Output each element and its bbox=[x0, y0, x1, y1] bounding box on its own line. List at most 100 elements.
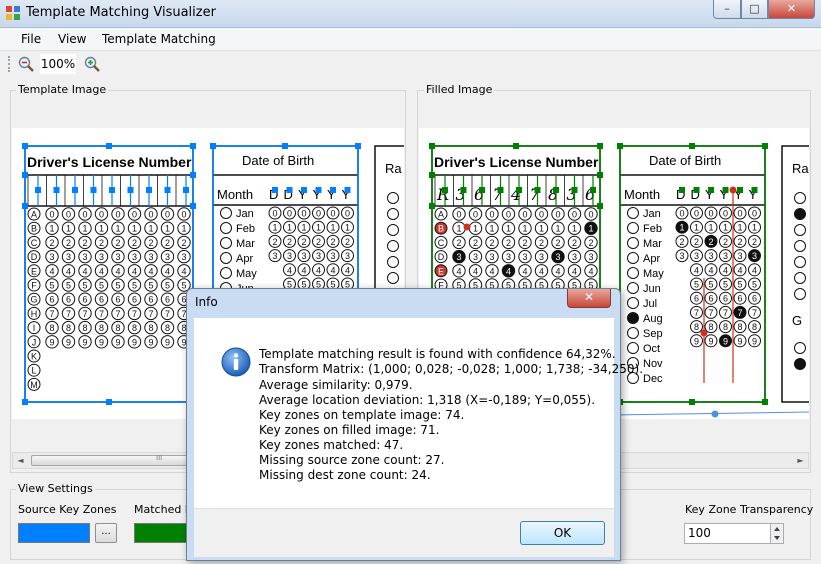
bubble-digit: 0 bbox=[165, 210, 170, 220]
menu-template-matching[interactable]: Template Matching bbox=[102, 32, 216, 46]
source-key-zones-color[interactable] bbox=[18, 523, 90, 543]
menu-view[interactable]: View bbox=[58, 32, 86, 46]
month-label: Jan bbox=[236, 208, 254, 220]
bubble-digit: 9 bbox=[708, 336, 713, 346]
dob-title: Date of Birth bbox=[242, 153, 314, 168]
bubble-digit: 0 bbox=[99, 210, 104, 220]
bubble-digit: 3 bbox=[148, 252, 153, 262]
bubble-digit: 5 bbox=[115, 281, 120, 291]
matched-key-zones-color[interactable] bbox=[134, 523, 190, 543]
bubble-digit: 8 bbox=[115, 323, 120, 333]
bubble-letter: L bbox=[31, 366, 36, 376]
key-zone-handle bbox=[344, 187, 351, 193]
bubble-digit: 3 bbox=[737, 251, 742, 261]
ok-button[interactable]: OK bbox=[520, 521, 605, 545]
template-image-label: Template Image bbox=[16, 83, 109, 96]
bubble-digit: 3 bbox=[165, 252, 170, 262]
key-zone-transparency-input[interactable]: 100 bbox=[684, 523, 772, 544]
bubble-digit: 2 bbox=[132, 238, 137, 248]
close-button[interactable]: ✕ bbox=[768, 0, 815, 19]
scroll-left-icon[interactable]: ◄ bbox=[13, 453, 28, 468]
license-title: Driver's License Number bbox=[27, 154, 192, 170]
bubble-digit: 4 bbox=[539, 266, 544, 276]
bubble-digit: 6 bbox=[66, 295, 71, 305]
bubble-digit: 2 bbox=[708, 237, 713, 247]
bubble-digit: 4 bbox=[49, 266, 54, 276]
bubble-digit: 4 bbox=[752, 265, 757, 275]
bubble-digit: 3 bbox=[506, 252, 511, 262]
minimize-button[interactable]: – bbox=[713, 0, 741, 19]
bubble-digit: 2 bbox=[522, 238, 527, 248]
bubble-digit: 7 bbox=[708, 308, 713, 318]
bubble-digit: 5 bbox=[82, 281, 87, 291]
bubble-digit: 2 bbox=[506, 238, 511, 248]
key-zone-handle bbox=[301, 187, 307, 193]
key-zone-handle bbox=[286, 187, 293, 193]
bubble-digit: 0 bbox=[66, 210, 71, 220]
month-label: Feb bbox=[236, 223, 255, 235]
bubble-digit: 4 bbox=[181, 266, 186, 276]
next-section-label: Ra bbox=[792, 161, 809, 176]
maximize-button[interactable]: □ bbox=[741, 0, 768, 19]
message-line: Average location deviation: 1,318 (X=-0,… bbox=[259, 393, 596, 407]
dialog-close-button[interactable]: ✕ bbox=[567, 289, 611, 308]
transparency-spinner[interactable] bbox=[770, 523, 784, 544]
main-window: Template Matching Visualizer – □ ✕ File … bbox=[0, 0, 821, 564]
bubble-digit: 6 bbox=[165, 295, 170, 305]
bubble-letter: C bbox=[31, 238, 38, 248]
bubble-digit: 1 bbox=[456, 224, 461, 234]
bubble-digit: 0 bbox=[330, 209, 335, 219]
bubble-digit: 0 bbox=[82, 210, 87, 220]
bubble-digit: 7 bbox=[82, 309, 87, 319]
bubble-digit: 2 bbox=[737, 237, 742, 247]
license-title: Driver's License Number bbox=[434, 154, 599, 170]
dob-title: Date of Birth bbox=[649, 153, 721, 168]
bubble-digit: 4 bbox=[99, 266, 104, 276]
key-zone-handle bbox=[190, 203, 196, 209]
bubble-digit: 9 bbox=[115, 337, 120, 347]
bubble-digit: 2 bbox=[572, 238, 577, 248]
bubble bbox=[220, 207, 232, 219]
title-bar[interactable]: Template Matching Visualizer – □ ✕ bbox=[0, 0, 821, 28]
bubble-digit: 1 bbox=[345, 223, 350, 233]
bubble-digit: 2 bbox=[287, 237, 292, 247]
toolbar-grip[interactable] bbox=[8, 56, 12, 72]
month-label: Jul bbox=[643, 298, 657, 310]
zoom-in-icon[interactable] bbox=[84, 56, 100, 72]
bubble-digit: 4 bbox=[473, 266, 478, 276]
bubble-digit: 1 bbox=[165, 224, 170, 234]
month-label: Sep bbox=[643, 328, 663, 340]
scroll-right-icon[interactable]: ► bbox=[793, 453, 808, 468]
bubble-digit: 0 bbox=[737, 209, 742, 219]
bubble-digit: 8 bbox=[694, 322, 699, 332]
bubble-digit: 7 bbox=[737, 308, 742, 318]
source-color-browse-button[interactable]: ... bbox=[95, 523, 117, 543]
bubble-digit: 1 bbox=[287, 223, 292, 233]
bubble-digit: 3 bbox=[522, 252, 527, 262]
month-label: Apr bbox=[236, 253, 253, 265]
key-zone-handle bbox=[516, 187, 522, 193]
dialog-title: Info bbox=[195, 295, 218, 309]
zoom-level-field[interactable]: 100% bbox=[40, 54, 76, 74]
bubble-digit: 1 bbox=[506, 224, 511, 234]
bubble-digit: 9 bbox=[165, 337, 170, 347]
bubble-digit: 3 bbox=[132, 252, 137, 262]
key-zone-handle bbox=[708, 187, 714, 193]
bubble-digit: 8 bbox=[49, 323, 54, 333]
bubble-digit: 8 bbox=[82, 323, 87, 333]
zoom-out-icon[interactable] bbox=[18, 56, 34, 72]
month-label: May bbox=[643, 268, 664, 280]
bubble-digit: 8 bbox=[708, 322, 713, 332]
bubble-digit: 3 bbox=[345, 251, 350, 261]
key-zone-handle bbox=[693, 187, 700, 193]
bubble-digit: 2 bbox=[301, 237, 306, 247]
next-section-label-2: G bbox=[792, 313, 802, 328]
bubble-digit: 3 bbox=[588, 252, 593, 262]
key-zone-handle bbox=[106, 399, 112, 405]
menu-file[interactable]: File bbox=[21, 32, 41, 46]
key-zone-handle bbox=[679, 187, 685, 193]
thumb-grip-icon: III bbox=[156, 454, 163, 462]
key-zone-handle bbox=[127, 187, 134, 193]
bubble-digit: 2 bbox=[473, 238, 478, 248]
bubble-digit: 5 bbox=[66, 281, 71, 291]
